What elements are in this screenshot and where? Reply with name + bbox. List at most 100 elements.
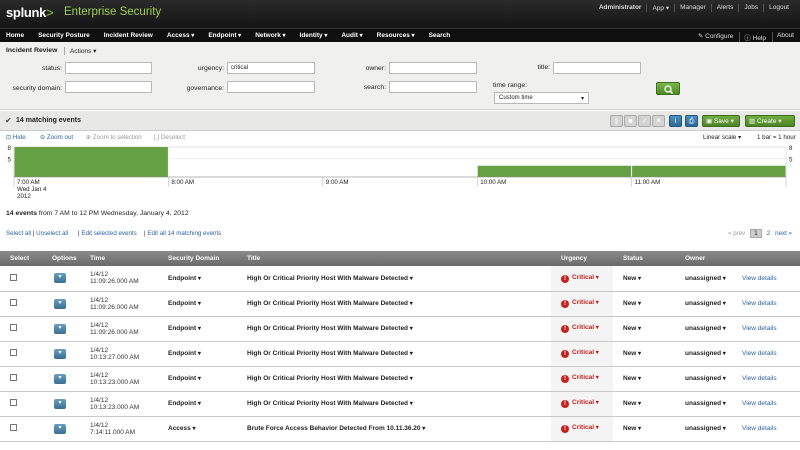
finalize-icon[interactable]: ✓ xyxy=(638,115,651,127)
security-domain-dropdown[interactable]: Endpoint xyxy=(168,350,201,357)
page-2-link[interactable]: 2 xyxy=(767,230,770,237)
governance-input[interactable] xyxy=(227,81,315,93)
timeline-bar-3[interactable] xyxy=(477,165,632,177)
row-checkbox[interactable] xyxy=(10,374,17,381)
search-input[interactable] xyxy=(389,81,477,93)
event-title-dropdown[interactable]: High Or Critical Priority Host With Malw… xyxy=(247,275,413,282)
event-title-dropdown[interactable]: Brute Force Access Behavior Detected Fro… xyxy=(247,425,425,432)
linear-scale-select[interactable]: Linear scale ▾ xyxy=(703,134,741,141)
status-input[interactable] xyxy=(65,62,152,74)
security-domain-dropdown[interactable]: Endpoint xyxy=(168,375,201,382)
about-link[interactable]: About xyxy=(772,32,794,42)
prev-page-link[interactable]: « prev xyxy=(728,230,745,237)
user-link-administrator[interactable]: Administrator xyxy=(594,4,647,12)
row-checkbox[interactable] xyxy=(10,299,17,306)
col-time[interactable]: Time xyxy=(80,251,158,266)
owner-dropdown[interactable]: unassigned xyxy=(685,275,726,282)
info-icon[interactable]: i xyxy=(669,115,682,127)
status-dropdown[interactable]: New xyxy=(623,400,641,407)
event-title-dropdown[interactable]: High Or Critical Priority Host With Malw… xyxy=(247,325,413,332)
row-checkbox[interactable] xyxy=(10,349,17,356)
actions-menu[interactable]: Actions xyxy=(64,47,96,55)
owner-dropdown[interactable]: unassigned xyxy=(685,425,726,432)
zoom-to-selection-link[interactable]: ⊕ Zoom to selection xyxy=(86,134,142,141)
table-row[interactable]: ▾ 1/4/1210:13:23.000 AM Endpoint High Or Cr… xyxy=(0,391,800,417)
time-range-select[interactable]: Custom time xyxy=(494,92,589,104)
security-domain-dropdown[interactable]: Access xyxy=(168,425,195,432)
next-page-link[interactable]: next » xyxy=(775,230,792,237)
cancel-icon[interactable]: ✕ xyxy=(652,115,665,127)
help-link[interactable]: ⓘ Help xyxy=(739,32,766,42)
row-checkbox[interactable] xyxy=(10,424,17,431)
view-details-link[interactable]: View details xyxy=(742,325,777,332)
row-checkbox[interactable] xyxy=(10,399,17,406)
event-title-dropdown[interactable]: High Or Critical Priority Host With Malw… xyxy=(247,350,413,357)
col-owner[interactable]: Owner xyxy=(675,251,738,266)
splunk-logo[interactable]: splunk> xyxy=(6,5,54,20)
table-row[interactable]: ▾ 1/4/1211:09:26.000 AM Endpoint High Or Cr… xyxy=(0,291,800,317)
view-details-link[interactable]: View details xyxy=(742,300,777,307)
nav-item-resources[interactable]: Resources xyxy=(377,32,415,39)
urgency-dropdown[interactable]: Critical xyxy=(572,299,599,306)
status-dropdown[interactable]: New xyxy=(623,300,641,307)
security-domain-input[interactable] xyxy=(65,81,152,93)
row-checkbox[interactable] xyxy=(10,324,17,331)
col-title[interactable]: Title xyxy=(237,251,551,266)
title-input[interactable] xyxy=(553,62,641,74)
view-details-link[interactable]: View details xyxy=(742,425,777,432)
urgency-dropdown[interactable]: Critical xyxy=(572,349,599,356)
row-options-button[interactable]: ▾ xyxy=(54,373,66,384)
table-row[interactable]: ▾ 1/4/127:14:11.000 AM Access Brute Force A… xyxy=(0,416,800,442)
search-button[interactable] xyxy=(656,82,680,95)
urgency-dropdown[interactable]: Critical xyxy=(572,324,599,331)
col-status[interactable]: Status xyxy=(613,251,675,266)
table-row[interactable]: ▾ 1/4/1211:09:26.000 AM Endpoint High Or Cr… xyxy=(0,266,800,292)
user-link-alerts[interactable]: Alerts xyxy=(710,4,739,12)
row-options-button[interactable]: ▾ xyxy=(54,273,66,284)
col-options[interactable]: Options xyxy=(42,251,80,266)
zoom-out-link[interactable]: ⊖ Zoom out xyxy=(40,134,73,141)
col-urgency[interactable]: Urgency xyxy=(551,251,613,266)
row-options-button[interactable]: ▾ xyxy=(54,398,66,409)
page-1-link[interactable]: 1 xyxy=(750,229,762,238)
user-link-manager[interactable]: Manager xyxy=(674,4,711,12)
edit-all-link[interactable]: Edit all 14 matching events xyxy=(147,230,221,237)
view-details-link[interactable]: View details xyxy=(742,275,777,282)
owner-dropdown[interactable]: unassigned xyxy=(685,400,726,407)
owner-dropdown[interactable]: unassigned xyxy=(685,300,726,307)
row-options-button[interactable]: ▾ xyxy=(54,298,66,309)
pause-icon[interactable]: ∥ xyxy=(610,115,623,127)
col-select[interactable]: Select xyxy=(0,251,42,266)
col-security-domain[interactable]: Security Domain xyxy=(158,251,237,266)
timeline-bar-0[interactable] xyxy=(14,147,168,177)
security-domain-dropdown[interactable]: Endpoint xyxy=(168,300,201,307)
nav-item-security-posture[interactable]: Security Posture xyxy=(38,32,90,39)
nav-item-home[interactable]: Home xyxy=(6,32,24,39)
status-dropdown[interactable]: New xyxy=(623,325,641,332)
event-title-dropdown[interactable]: High Or Critical Priority Host With Malw… xyxy=(247,400,413,407)
row-options-button[interactable]: ▾ xyxy=(54,323,66,334)
create-button[interactable]: ▥ Create xyxy=(745,115,795,127)
urgency-input[interactable]: critical xyxy=(227,62,315,74)
nav-item-network[interactable]: Network xyxy=(255,32,285,39)
configure-link[interactable]: ✎ Configure xyxy=(694,32,733,42)
user-link-app[interactable]: App ▾ xyxy=(646,4,674,12)
status-dropdown[interactable]: New xyxy=(623,425,641,432)
row-options-button[interactable]: ▾ xyxy=(54,348,66,359)
event-title-dropdown[interactable]: High Or Critical Priority Host With Malw… xyxy=(247,300,413,307)
owner-input[interactable] xyxy=(389,62,477,74)
status-dropdown[interactable]: New xyxy=(623,350,641,357)
user-link-jobs[interactable]: Jobs xyxy=(738,4,763,12)
unselect-all-link[interactable]: Unselect all xyxy=(36,230,68,237)
status-dropdown[interactable]: New xyxy=(623,375,641,382)
urgency-dropdown[interactable]: Critical xyxy=(572,424,599,431)
table-row[interactable]: ▾ 1/4/1210:13:23.000 AM Endpoint High Or Cr… xyxy=(0,366,800,392)
urgency-dropdown[interactable]: Critical xyxy=(572,274,599,281)
nav-item-incident-review[interactable]: Incident Review xyxy=(104,32,153,39)
security-domain-dropdown[interactable]: Endpoint xyxy=(168,275,201,282)
security-domain-dropdown[interactable]: Endpoint xyxy=(168,400,201,407)
view-details-link[interactable]: View details xyxy=(742,400,777,407)
print-icon[interactable]: ⎙ xyxy=(685,115,698,127)
table-row[interactable]: ▾ 1/4/1210:13:27.000 AM Endpoint High Or Cr… xyxy=(0,341,800,367)
owner-dropdown[interactable]: unassigned xyxy=(685,325,726,332)
